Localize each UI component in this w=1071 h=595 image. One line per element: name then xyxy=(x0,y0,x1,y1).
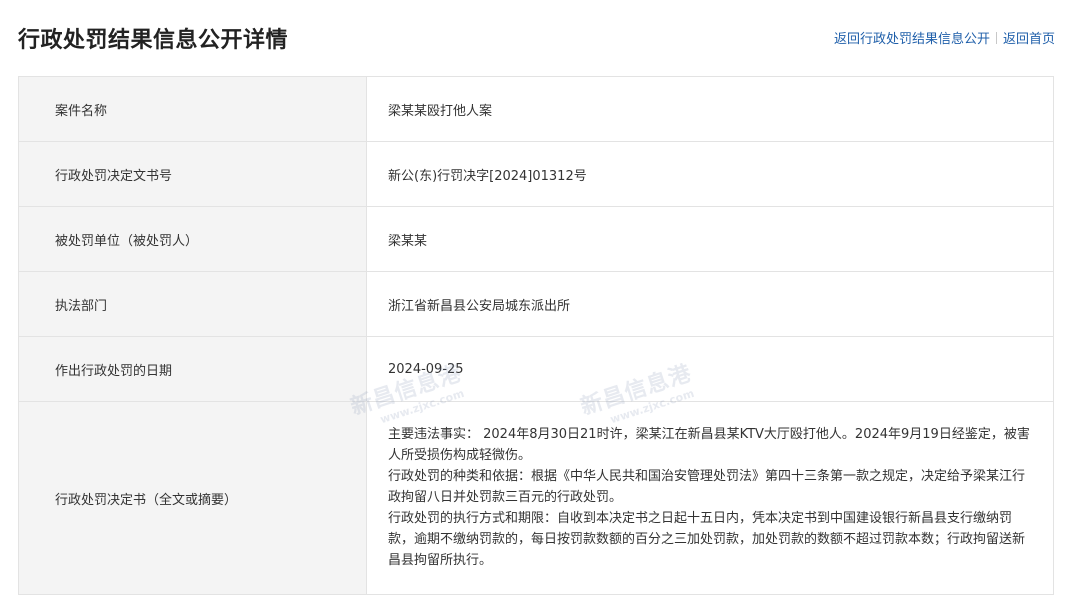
row-value-penalized-party: 梁某某 xyxy=(366,206,1054,272)
row-value-enforcement-department: 浙江省新昌县公安局城东派出所 xyxy=(366,271,1054,337)
decision-paragraph-execution: 行政处罚的执行方式和期限：自收到本决定书之日起十五日内，凭本决定书到中国建设银行… xyxy=(388,511,1026,568)
table-row: 行政处罚决定文书号 新公(东)行罚决字[2024]01312号 xyxy=(18,141,1054,207)
link-divider xyxy=(995,32,997,44)
table-row: 行政处罚决定书（全文或摘要） 主要违法事实： 2024年8月30日21时许，梁某… xyxy=(18,401,1054,595)
decision-paragraph-basis: 行政处罚的种类和依据：根据《中华人民共和国治安管理处罚法》第四十三条第一款之规定… xyxy=(388,469,1026,505)
page: 行政处罚结果信息公开详情 返回行政处罚结果信息公开 返回首页 案件名称 梁某某殴打… xyxy=(0,0,1071,595)
row-value-document-number: 新公(东)行罚决字[2024]01312号 xyxy=(366,141,1054,207)
back-to-list-link[interactable]: 返回行政处罚结果信息公开 xyxy=(834,32,990,47)
row-value-case-name: 梁某某殴打他人案 xyxy=(366,76,1054,142)
row-value-penalty-date: 2024-09-25 xyxy=(366,336,1054,402)
table-row: 执法部门 浙江省新昌县公安局城东派出所 xyxy=(18,271,1054,337)
row-value-decision: 主要违法事实： 2024年8月30日21时许，梁某江在新昌县某KTV大厅殴打他人… xyxy=(366,401,1054,595)
row-label-penalty-date: 作出行政处罚的日期 xyxy=(18,336,367,402)
page-title: 行政处罚结果信息公开详情 xyxy=(18,28,289,53)
row-label-penalized-party: 被处罚单位（被处罚人） xyxy=(18,206,367,272)
header-links: 返回行政处罚结果信息公开 返回首页 xyxy=(834,28,1055,47)
back-to-home-link[interactable]: 返回首页 xyxy=(1003,32,1055,47)
table-row: 作出行政处罚的日期 2024-09-25 xyxy=(18,336,1054,402)
detail-table: 案件名称 梁某某殴打他人案 行政处罚决定文书号 新公(东)行罚决字[2024]0… xyxy=(18,76,1054,595)
row-label-enforcement-department: 执法部门 xyxy=(18,271,367,337)
table-row: 案件名称 梁某某殴打他人案 xyxy=(18,76,1054,142)
page-header: 行政处罚结果信息公开详情 返回行政处罚结果信息公开 返回首页 xyxy=(18,22,1055,54)
row-label-document-number: 行政处罚决定文书号 xyxy=(18,141,367,207)
row-label-case-name: 案件名称 xyxy=(18,76,367,142)
table-row: 被处罚单位（被处罚人） 梁某某 xyxy=(18,206,1054,272)
row-label-decision: 行政处罚决定书（全文或摘要） xyxy=(18,401,367,595)
decision-paragraph-facts: 主要违法事实： 2024年8月30日21时许，梁某江在新昌县某KTV大厅殴打他人… xyxy=(388,427,1030,463)
